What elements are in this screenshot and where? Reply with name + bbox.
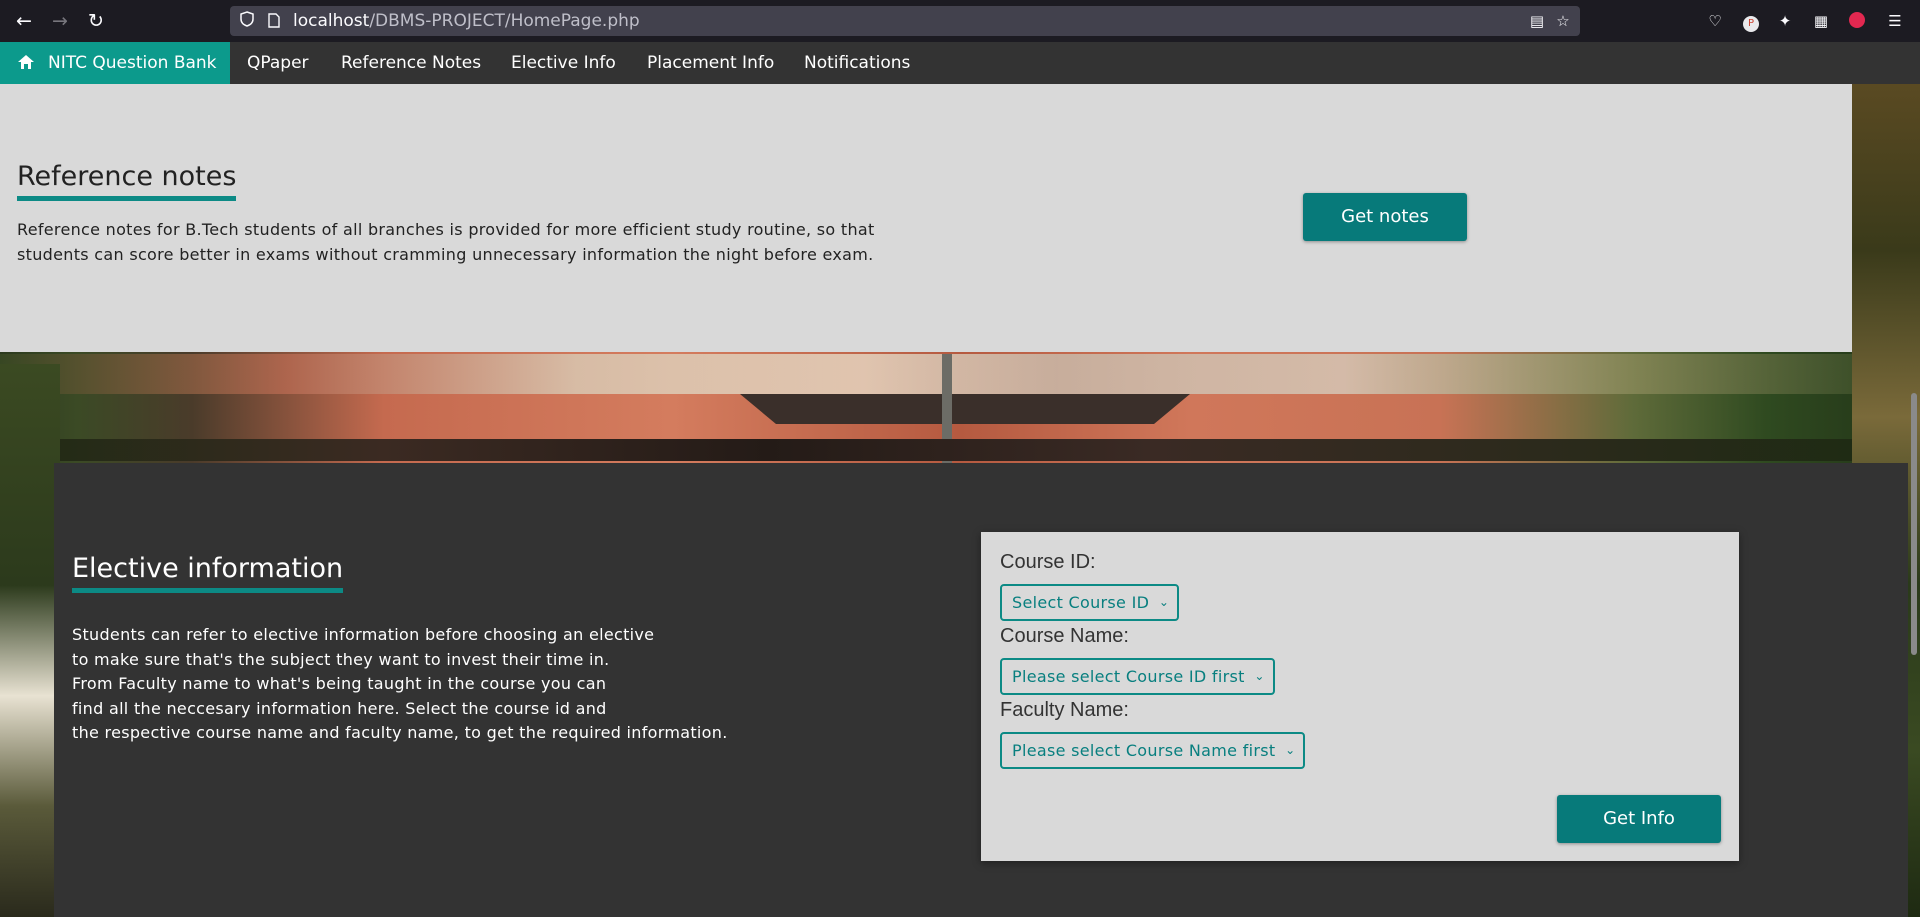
- browser-toolbar: ← → ↻ localhost/DBMS-PROJECT/HomePage.ph…: [0, 0, 1920, 42]
- reference-notes-description: Reference notes for B.Tech students of a…: [17, 220, 875, 264]
- pocket-icon[interactable]: ♡: [1706, 12, 1724, 30]
- reload-icon[interactable]: ↻: [82, 8, 110, 34]
- bookmark-star-icon[interactable]: ☆: [1554, 12, 1572, 30]
- nav-placement-info[interactable]: Placement Info: [647, 42, 774, 84]
- get-notes-button[interactable]: Get notes: [1303, 193, 1467, 241]
- course-id-label: Course ID:: [1000, 551, 1096, 573]
- extension-puzzle-icon[interactable]: ▦: [1812, 12, 1830, 30]
- elective-form: Course ID: Select Course ID ⌄ Course Name…: [981, 532, 1739, 861]
- forward-icon[interactable]: →: [46, 8, 74, 34]
- nav-qpaper[interactable]: QPaper: [247, 42, 309, 84]
- faculty-name-value: Please select Course Name first: [1012, 741, 1276, 760]
- description-line: From Faculty name to what's being taught…: [72, 674, 607, 694]
- description-line: Students can refer to elective informati…: [72, 625, 655, 644]
- profile-extension-icon[interactable]: P: [1742, 12, 1760, 32]
- chevron-down-icon: ⌄: [1285, 743, 1296, 757]
- lock-extension-icon[interactable]: [1848, 12, 1866, 30]
- home-icon: [18, 55, 34, 69]
- faculty-name-select[interactable]: Please select Course Name first ⌄: [1000, 732, 1306, 769]
- scrollbar-thumb[interactable]: [1911, 393, 1917, 655]
- course-id-value: Select Course ID: [1012, 593, 1150, 612]
- reader-view-icon[interactable]: ▤: [1528, 12, 1546, 30]
- reference-notes-section: Reference notes Reference notes for B.Te…: [0, 84, 1852, 352]
- brand-label: NITC Question Bank: [48, 53, 217, 73]
- elective-info-description: Students can refer to elective informati…: [72, 623, 792, 746]
- nav-elective-info[interactable]: Elective Info: [511, 42, 616, 84]
- menu-icon[interactable]: ☰: [1886, 12, 1904, 30]
- back-icon[interactable]: ←: [10, 8, 38, 34]
- tracking-shield-icon[interactable]: [240, 11, 254, 27]
- faculty-name-label: Faculty Name:: [1000, 699, 1129, 721]
- elective-info-section: Elective information Students can refer …: [54, 463, 1908, 917]
- nav-reference-notes[interactable]: Reference Notes: [341, 42, 481, 84]
- description-line: to make sure that's the subject they wan…: [72, 649, 610, 669]
- site-navbar: NITC Question Bank QPaper Reference Note…: [0, 42, 1920, 84]
- extension-icon[interactable]: ✦: [1776, 12, 1794, 30]
- url-text[interactable]: localhost/DBMS-PROJECT/HomePage.php: [293, 11, 640, 31]
- description-line: the respective course name and faculty n…: [72, 723, 728, 743]
- url-host: localhost: [293, 11, 370, 31]
- course-name-label: Course Name:: [1000, 625, 1129, 647]
- chevron-down-icon: ⌄: [1254, 669, 1265, 683]
- get-info-button[interactable]: Get Info: [1557, 795, 1721, 843]
- description-line: find all the neccesary information here.…: [72, 698, 607, 718]
- nav-notifications[interactable]: Notifications: [804, 42, 910, 84]
- address-bar[interactable]: localhost/DBMS-PROJECT/HomePage.php ▤ ☆: [230, 6, 1580, 36]
- elective-info-heading: Elective information: [72, 553, 344, 593]
- chevron-down-icon: ⌄: [1158, 595, 1170, 609]
- course-name-value: Please select Course ID first: [1012, 667, 1245, 686]
- course-name-select[interactable]: Please select Course ID first ⌄: [1000, 658, 1275, 695]
- course-id-select[interactable]: Select Course ID ⌄: [1000, 584, 1180, 621]
- url-path: /DBMS-PROJECT/HomePage.php: [369, 11, 640, 31]
- page-info-icon[interactable]: [268, 13, 280, 28]
- reference-notes-heading: Reference notes: [17, 161, 237, 201]
- brand-home-link[interactable]: NITC Question Bank: [0, 42, 230, 84]
